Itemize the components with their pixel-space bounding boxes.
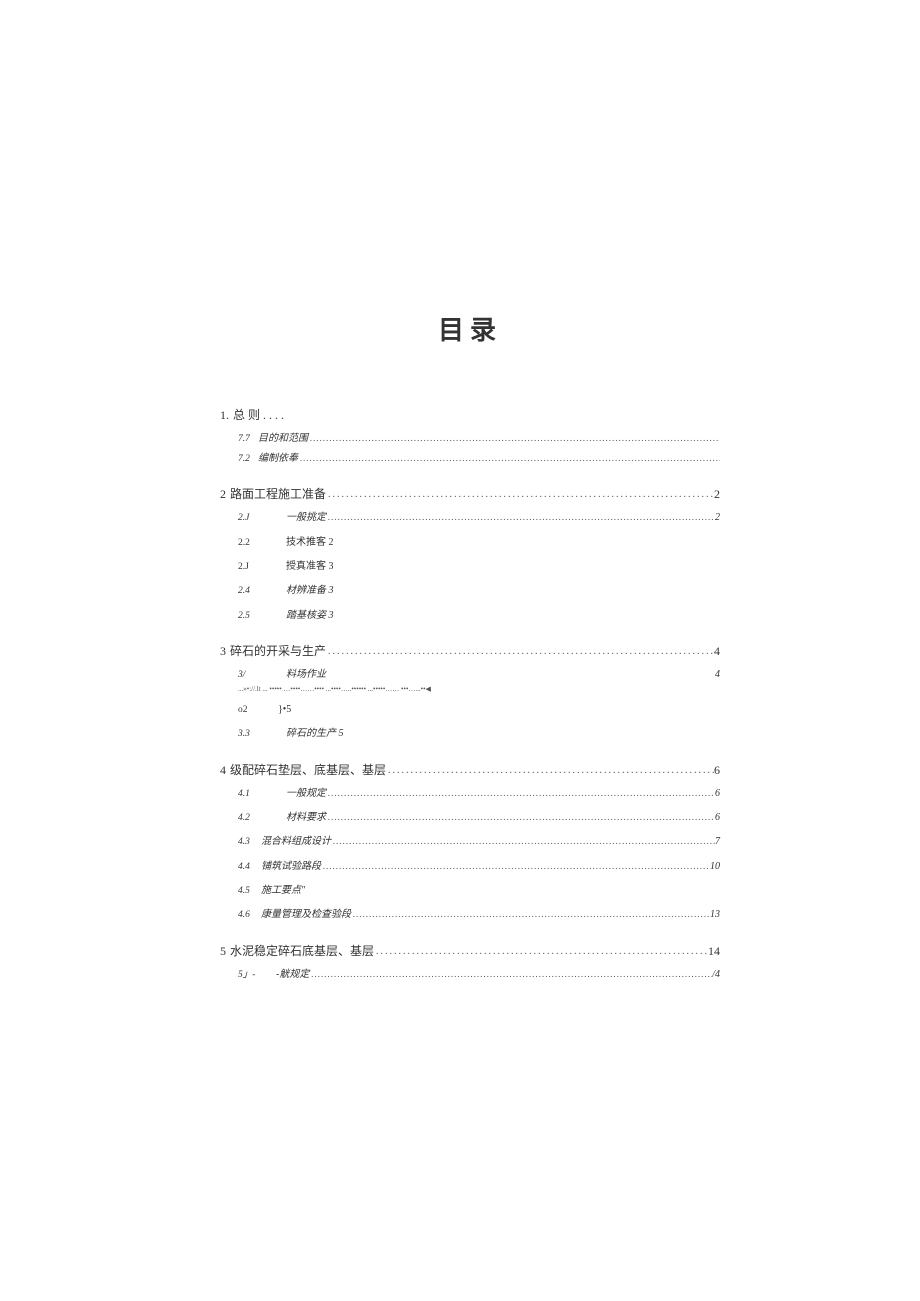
entry-number: 3 <box>220 643 226 660</box>
entry-page: 10 <box>710 860 720 874</box>
entry-number: 7.2 <box>238 453 258 466</box>
entry-label: -觥规定 <box>276 968 309 982</box>
entry-label: 施工要点" <box>261 884 720 898</box>
leader-dots: ........................................… <box>308 432 720 445</box>
toc-entry-4-1: 4.1 一般规定 ...............................… <box>220 787 720 801</box>
entry-label: 水泥稳定碎石底基层、基层 <box>230 943 374 960</box>
entry-label: 授真准客 3 <box>286 560 720 574</box>
entry-page: 4 <box>715 668 720 682</box>
leader-dots: ........................................… <box>326 811 715 824</box>
entry-number: 3/ <box>238 669 258 682</box>
toc-entry-3-2: o2 }•5 <box>220 703 720 717</box>
leader-dots: ........................................… <box>351 908 710 921</box>
entry-label: 一般挑定 <box>286 511 326 525</box>
entry-number: 5 <box>220 943 226 960</box>
leader-dots: ........................................… <box>326 488 714 502</box>
entry-label: 级配碎石垫层、底基层、基层 <box>230 762 386 779</box>
entry-label: 铺筑试验路段 <box>261 860 321 874</box>
leader-dots: ........................................… <box>374 945 708 959</box>
toc-entry-4: 4 级配碎石垫层、底基层、基层 ........................… <box>220 762 720 779</box>
entry-label: 总 则 . . . . <box>233 407 720 424</box>
leader-dots: ........................................… <box>321 860 710 873</box>
entry-number: 2.5 <box>238 610 258 623</box>
leader-dots: ........................................… <box>386 764 714 778</box>
leader-dots: ........................................… <box>331 835 715 848</box>
entry-number: 3.3 <box>238 728 258 741</box>
entry-label: 编制依奉 <box>258 452 298 466</box>
leader-dots: ........................................… <box>326 787 715 800</box>
toc-entry-3: 3 碎石的开采与生产 .............................… <box>220 643 720 660</box>
toc-entry-4-6: 4.6 康量管理及检查验段 ..........................… <box>220 908 720 922</box>
entry-label: 踏基核姿 3 <box>286 609 720 623</box>
toc-entry-2-5: 2.5 踏基核姿 3 <box>220 609 720 623</box>
entry-number: 5」- <box>238 969 258 982</box>
entry-label: 路面工程施工准备 <box>230 486 326 503</box>
leader-dots: ........................................… <box>326 645 714 659</box>
entry-number: 4 <box>220 762 226 779</box>
leader-dots: ........................................… <box>326 511 715 524</box>
entry-number: 4.4 <box>238 861 258 874</box>
entry-number: 4.3 <box>238 836 258 849</box>
toc-entry-4-5: 4.5 施工要点" <box>220 884 720 898</box>
entry-label: 技术推客 2 <box>286 536 720 550</box>
entry-number: 7.7 <box>238 433 258 446</box>
toc-entry-2-4: 2.4 材辨准备 3 <box>220 584 720 598</box>
entry-label: }•5 <box>278 703 720 717</box>
entry-number: 4.6 <box>238 909 258 922</box>
entry-page: 6 <box>715 787 720 801</box>
leader-dots: ........................................… <box>298 452 720 465</box>
entry-label: 一般规定 <box>286 787 326 801</box>
toc-entry-4-4: 4.4 铺筑试验路段 .............................… <box>220 860 720 874</box>
toc-entry-2: 2 路面工程施工准备 .............................… <box>220 486 720 503</box>
entry-page: 13 <box>710 908 720 922</box>
entry-number: 2.J <box>238 512 258 525</box>
toc-entry-1: 1. 总 则 . . . . <box>220 407 720 424</box>
toc-entry-2-3: 2.J 授真准客 3 <box>220 560 720 574</box>
entry-page: 6 <box>715 811 720 825</box>
toc-entry-3-3: 3.3 碎石的生产 5 <box>220 727 720 741</box>
entry-number: o2 <box>238 704 258 717</box>
entry-number: 2.4 <box>238 585 258 598</box>
entry-page: 7 <box>715 835 720 849</box>
entry-number: 1. <box>220 407 229 424</box>
entry-number: 2 <box>220 486 226 503</box>
entry-page: 6 <box>714 762 720 779</box>
entry-page: 2 <box>714 486 720 503</box>
entry-number: 4.5 <box>238 885 258 898</box>
entry-page: /4 <box>712 968 720 982</box>
entry-page: 2 <box>715 511 720 525</box>
scattered-dots: ...»•://.lt ... ••••• …••••……•••• ...•••… <box>220 685 720 693</box>
toc-entry-1-1: 7.7 目的和范围 ..............................… <box>220 432 720 446</box>
entry-page: 14 <box>708 943 720 960</box>
toc-entry-3-1: 3/ 料场作业 4 <box>220 668 720 682</box>
entry-label: 料场作业 <box>286 668 326 682</box>
entry-page: 4 <box>714 643 720 660</box>
entry-number: 4.1 <box>238 788 258 801</box>
entry-label: 混合料组成设计 <box>261 835 331 849</box>
leader-dots: ........................................… <box>309 968 712 981</box>
entry-label: 康量管理及检查验段 <box>261 908 351 922</box>
entry-label: 目的和范围 <box>258 432 308 446</box>
toc-entry-5: 5 水泥稳定碎石底基层、基层 .........................… <box>220 943 720 960</box>
document-page: 目录 1. 总 则 . . . . 7.7 目的和范围 ............… <box>0 0 920 982</box>
entry-label: 材料要求 <box>286 811 326 825</box>
entry-label: 碎石的开采与生产 <box>230 643 326 660</box>
entry-number: 4.2 <box>238 812 258 825</box>
toc-entry-1-2: 7.2 编制依奉 ...............................… <box>220 452 720 466</box>
toc-entry-4-3: 4.3 混合料组成设计 ............................… <box>220 835 720 849</box>
entry-label: 碎石的生产 5 <box>286 727 720 741</box>
toc-entry-4-2: 4.2 材料要求 ...............................… <box>220 811 720 825</box>
entry-number: 2.J <box>238 561 258 574</box>
toc-entry-5-1: 5」- -觥规定 ...............................… <box>220 968 720 982</box>
entry-number: 2.2 <box>238 537 258 550</box>
toc-title: 目录 <box>220 310 720 347</box>
toc-entry-2-1: 2.J 一般挑定 ...............................… <box>220 511 720 525</box>
entry-label: 材辨准备 3 <box>286 584 720 598</box>
toc-entry-2-2: 2.2 技术推客 2 <box>220 536 720 550</box>
